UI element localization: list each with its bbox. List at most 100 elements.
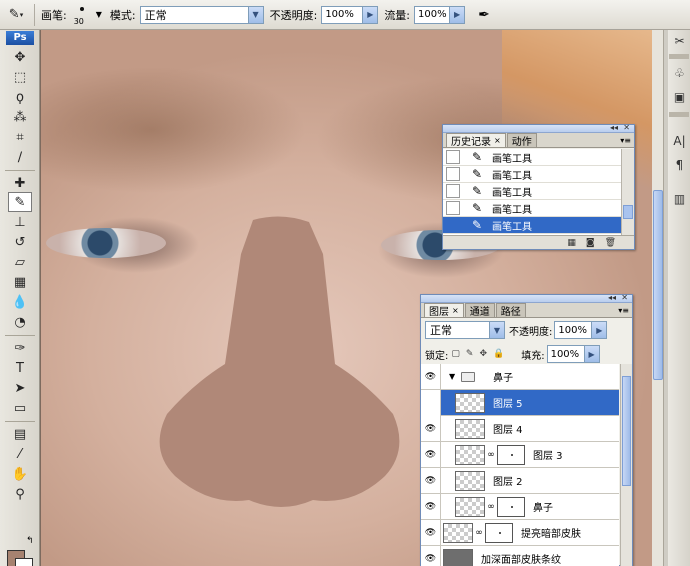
zoom-tool-icon[interactable]: ⚲: [8, 484, 32, 504]
tab-layers[interactable]: 图层 ×: [424, 303, 464, 318]
opacity-slider-button[interactable]: ▶: [363, 5, 379, 24]
layer-row[interactable]: 👁 图层 2: [421, 467, 619, 494]
close-icon[interactable]: ×: [494, 136, 501, 145]
gradient-tool-icon[interactable]: ▦: [8, 272, 32, 292]
eyedropper-tool-icon[interactable]: ⁄: [8, 444, 32, 464]
new-snapshot-icon[interactable]: ◙: [586, 238, 595, 248]
history-item[interactable]: ✎ 画笔工具: [443, 183, 621, 200]
history-source-checkbox[interactable]: [446, 167, 460, 181]
layer-mask-thumbnail[interactable]: [497, 496, 525, 517]
link-icon[interactable]: ∞: [485, 450, 497, 460]
tab-paths[interactable]: 路径: [495, 303, 526, 318]
navigator-icon[interactable]: ✂: [671, 32, 688, 50]
lock-transparency-icon[interactable]: ▢: [451, 349, 460, 359]
blur-tool-icon[interactable]: 💧: [8, 292, 32, 312]
lasso-tool-icon[interactable]: ϙ: [8, 87, 32, 107]
magic-wand-tool-icon[interactable]: ⁂: [8, 107, 32, 127]
panel-menu-icon[interactable]: ▾≡: [618, 306, 629, 315]
new-document-from-state-icon[interactable]: ▦: [567, 238, 576, 248]
layer-opacity-input[interactable]: 100%: [554, 321, 593, 339]
fill-slider-button[interactable]: ▶: [584, 345, 600, 363]
eraser-tool-icon[interactable]: ▱: [8, 252, 32, 272]
swap-colors-icon[interactable]: ↰: [26, 536, 34, 546]
layer-row[interactable]: 👁 ∞ 提亮暗部皮肤: [421, 519, 619, 546]
minimize-icon[interactable]: ◂◂: [608, 293, 616, 302]
chevron-down-icon[interactable]: ▼: [96, 10, 102, 19]
type-tool-icon[interactable]: T: [8, 358, 32, 378]
notes-tool-icon[interactable]: ▤: [8, 424, 32, 444]
eye-icon[interactable]: 👁: [421, 364, 441, 390]
panel-titlebar[interactable]: ◂◂ ✕: [421, 293, 632, 303]
opacity-input[interactable]: 100%: [321, 5, 364, 24]
mode-select[interactable]: 正常 ▼: [139, 5, 264, 24]
layer-row[interactable]: 👁 ∞ 鼻子: [421, 493, 619, 520]
brush-tool-icon[interactable]: ✎: [8, 192, 32, 212]
history-item[interactable]: ✎ 画笔工具: [443, 166, 621, 183]
link-icon[interactable]: ∞: [473, 528, 485, 538]
character-icon[interactable]: A|: [671, 132, 688, 150]
layer-row-selected[interactable]: 👁 图层 5: [421, 389, 619, 416]
airbrush-icon[interactable]: ✒: [471, 4, 497, 26]
brush-size-picker[interactable]: 30: [71, 2, 93, 28]
minimize-icon[interactable]: ◂◂: [610, 123, 618, 132]
pen-tool-icon[interactable]: ✑: [8, 338, 32, 358]
hand-tool-icon[interactable]: ✋: [8, 464, 32, 484]
layer-opacity-slider-button[interactable]: ▶: [592, 321, 608, 339]
expand-arrow-icon[interactable]: ▼: [449, 372, 455, 381]
layer-group-row[interactable]: 👁 ▼ 鼻子: [421, 364, 619, 390]
history-source-checkbox[interactable]: [446, 201, 460, 215]
history-source-checkbox[interactable]: [446, 184, 460, 198]
panel-menu-icon[interactable]: ▾≡: [620, 136, 631, 145]
close-icon[interactable]: ✕: [623, 123, 630, 132]
history-scrollbar-thumb[interactable]: [623, 205, 633, 219]
link-icon[interactable]: ∞: [485, 502, 497, 512]
canvas-scrollbar-thumb[interactable]: [653, 190, 663, 380]
lock-position-icon[interactable]: ✥: [479, 349, 487, 359]
chevron-down-icon[interactable]: ▼: [247, 6, 263, 23]
tab-actions[interactable]: 动作: [506, 133, 537, 148]
layer-row[interactable]: 👁 加深面部皮肤条纹: [421, 545, 619, 566]
eye-icon[interactable]: 👁: [421, 441, 441, 468]
healing-brush-tool-icon[interactable]: ✚: [8, 173, 32, 193]
tab-channels[interactable]: 通道: [464, 303, 495, 318]
trash-icon[interactable]: 🗑: [605, 238, 616, 248]
path-selection-tool-icon[interactable]: ➤: [8, 378, 32, 398]
shape-tool-icon[interactable]: ▭: [8, 398, 32, 418]
eye-icon[interactable]: 👁: [421, 415, 441, 442]
history-item[interactable]: ✎ 画笔工具: [443, 200, 621, 217]
eye-icon[interactable]: 👁: [421, 389, 441, 416]
layer-mask-thumbnail[interactable]: [485, 522, 513, 543]
crop-tool-icon[interactable]: ⌗: [8, 127, 32, 147]
paragraph-icon[interactable]: ¶: [671, 156, 688, 174]
layer-row[interactable]: 👁 ∞ 图层 3: [421, 441, 619, 468]
history-brush-tool-icon[interactable]: ↺: [8, 232, 32, 252]
tool-presets-icon[interactable]: ▥: [671, 190, 688, 208]
lock-pixels-icon[interactable]: ✎: [466, 349, 474, 359]
panel-titlebar[interactable]: ◂◂ ✕: [443, 123, 634, 133]
blend-mode-select[interactable]: 正常 ▼: [425, 321, 505, 339]
close-icon[interactable]: ✕: [621, 293, 628, 302]
marquee-tool-icon[interactable]: ⬚: [8, 67, 32, 87]
history-item-selected[interactable]: ✎ 画笔工具: [443, 217, 621, 234]
clone-stamp-tool-icon[interactable]: ⊥: [8, 212, 32, 232]
brush-tool-preset-icon[interactable]: ✎ ▾: [0, 2, 32, 28]
move-tool-icon[interactable]: ✥: [8, 47, 32, 67]
background-color-swatch[interactable]: [15, 558, 33, 566]
clone-source-icon[interactable]: ▣: [671, 88, 688, 106]
eye-icon[interactable]: 👁: [421, 519, 441, 546]
layers-scrollbar-thumb[interactable]: [622, 376, 631, 486]
close-icon[interactable]: ×: [452, 306, 459, 315]
fill-input[interactable]: 100%: [546, 345, 585, 363]
flow-input[interactable]: 100%: [414, 5, 451, 24]
canvas-scrollbar[interactable]: [652, 30, 664, 566]
history-item[interactable]: ✎ 画笔工具: [443, 149, 621, 166]
history-source-checkbox[interactable]: [446, 150, 460, 164]
layer-mask-thumbnail[interactable]: [497, 444, 525, 465]
eye-icon[interactable]: 👁: [421, 493, 441, 520]
chevron-down-icon[interactable]: ▼: [489, 322, 504, 338]
history-state-marker-icon[interactable]: [446, 218, 460, 232]
lock-all-icon[interactable]: 🔒: [493, 349, 504, 359]
layers-scrollbar[interactable]: [620, 364, 632, 566]
dodge-tool-icon[interactable]: ◔: [8, 312, 32, 332]
tab-history[interactable]: 历史记录 ×: [446, 133, 506, 148]
